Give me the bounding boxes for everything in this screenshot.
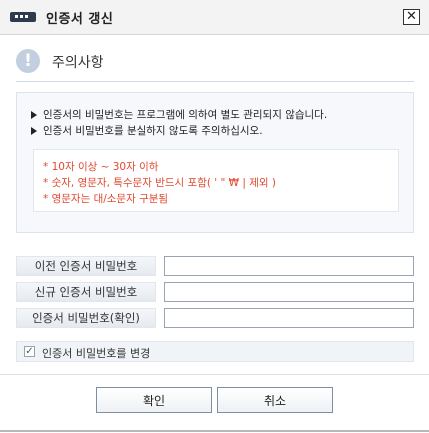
notice-title: 주의사항 xyxy=(52,55,104,71)
button-divider xyxy=(0,374,429,375)
old-password-label: 이전 인증서 비밀번호 xyxy=(16,256,156,276)
confirm-password-label: 인증서 비밀번호(확인) xyxy=(16,308,156,328)
notice-line: 인증서의 비밀번호는 프로그램에 의하여 별도 관리되지 않습니다. xyxy=(31,107,327,122)
password-rule: * 숫자, 영문자, 특수문자 반드시 포함( ' " ₩ | 제외 ) xyxy=(43,177,277,189)
notice-line: 인증서 비밀번호를 분실하지 않도록 주의하십시오. xyxy=(31,123,263,138)
change-password-row[interactable]: ✓ 인증서 비밀번호를 변경 xyxy=(16,341,414,362)
triangle-bullet-icon xyxy=(31,111,37,119)
new-password-label: 신규 인증서 비밀번호 xyxy=(16,282,156,302)
close-icon: ✕ xyxy=(406,9,417,24)
password-rule: * 10자 이상 ~ 30자 이하 xyxy=(43,161,159,173)
notice-box: 인증서의 비밀번호는 프로그램에 의하여 별도 관리되지 않습니다. 인증서 비… xyxy=(16,92,414,233)
close-button[interactable]: ✕ xyxy=(403,9,420,25)
password-rules-box: * 10자 이상 ~ 30자 이하 * 숫자, 영문자, 특수문자 반드시 포함… xyxy=(33,149,399,212)
certificate-icon xyxy=(10,12,36,22)
bottom-border xyxy=(0,430,429,432)
confirm-password-row: 인증서 비밀번호(확인) xyxy=(16,308,414,328)
confirm-password-input[interactable] xyxy=(164,308,414,328)
new-password-row: 신규 인증서 비밀번호 xyxy=(16,282,414,302)
triangle-bullet-icon xyxy=(31,127,37,135)
divider xyxy=(16,81,414,82)
certificate-renewal-dialog: 인증서 갱신 ✕ ! 주의사항 인증서의 비밀번호는 프로그램에 의하여 별도 … xyxy=(0,0,429,433)
title-bar: 인증서 갱신 ✕ xyxy=(0,0,429,35)
change-password-checkbox[interactable]: ✓ xyxy=(24,346,35,357)
password-rule: * 영문자는 대/소문자 구분됨 xyxy=(43,193,169,205)
old-password-row: 이전 인증서 비밀번호 xyxy=(16,256,414,276)
new-password-input[interactable] xyxy=(164,282,414,302)
ok-button[interactable]: 확인 xyxy=(96,387,212,413)
change-password-label: 인증서 비밀번호를 변경 xyxy=(42,347,151,360)
notice-header: ! 주의사항 xyxy=(0,46,429,82)
old-password-input[interactable] xyxy=(164,256,414,276)
cancel-button[interactable]: 취소 xyxy=(217,387,333,413)
exclamation-icon: ! xyxy=(16,49,40,73)
checkmark-icon: ✓ xyxy=(25,346,34,357)
dialog-title: 인증서 갱신 xyxy=(46,12,114,27)
